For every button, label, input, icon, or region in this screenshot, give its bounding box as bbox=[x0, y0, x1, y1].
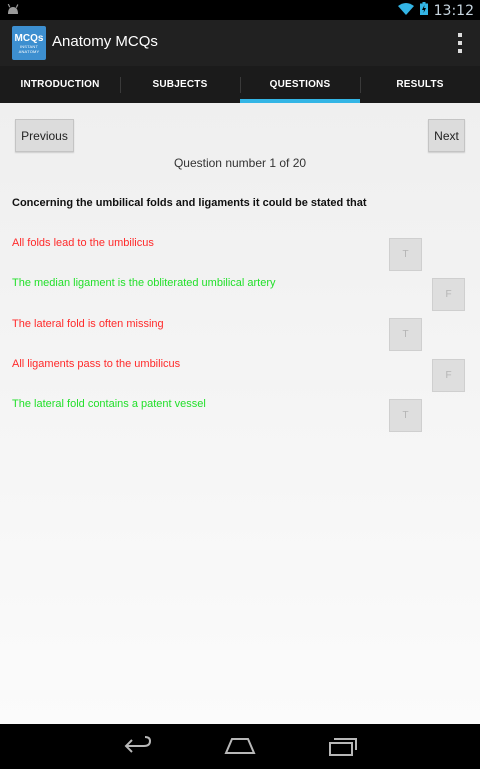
question-number: Question number 1 of 20 bbox=[173, 156, 307, 170]
status-time: 13:12 bbox=[433, 3, 474, 19]
option-3-answer-button[interactable]: T bbox=[389, 318, 422, 351]
logo-sub-text: INSTANT ANATOMY bbox=[18, 43, 40, 54]
previous-button[interactable]: Previous bbox=[15, 119, 74, 152]
tab-questions[interactable]: QUESTIONS bbox=[240, 66, 360, 103]
option-2: The median ligament is the obliterated u… bbox=[12, 277, 276, 289]
wifi-icon bbox=[397, 2, 414, 20]
status-bar: 13:12 bbox=[0, 0, 480, 20]
battery-icon bbox=[419, 2, 428, 20]
tab-results[interactable]: RESULTS bbox=[360, 66, 480, 103]
option-5-answer-button[interactable]: T bbox=[389, 399, 422, 432]
next-button[interactable]: Next bbox=[428, 119, 465, 152]
back-icon[interactable] bbox=[122, 734, 154, 763]
option-4: All ligaments pass to the umbilicus bbox=[12, 358, 181, 370]
option-5: The lateral fold contains a patent vesse… bbox=[12, 398, 206, 410]
tab-introduction[interactable]: INTRODUCTION bbox=[0, 66, 120, 103]
recent-apps-icon[interactable] bbox=[328, 734, 360, 763]
option-3: The lateral fold is often missing bbox=[12, 318, 164, 330]
home-icon[interactable] bbox=[224, 734, 256, 763]
tab-subjects[interactable]: SUBJECTS bbox=[120, 66, 240, 103]
option-1-answer-button[interactable]: T bbox=[389, 238, 422, 271]
action-bar: MCQs INSTANT ANATOMY Anatomy MCQs bbox=[0, 20, 480, 66]
logo-main-text: MCQs bbox=[14, 32, 44, 44]
option-1: All folds lead to the umbilicus bbox=[12, 237, 154, 249]
app-logo[interactable]: MCQs INSTANT ANATOMY bbox=[12, 26, 46, 60]
option-2-answer-button[interactable]: F bbox=[432, 278, 465, 311]
android-notification-icon bbox=[6, 3, 20, 21]
app-title: Anatomy MCQs bbox=[52, 33, 158, 50]
question-text: Concerning the umbilical folds and ligam… bbox=[12, 197, 367, 209]
question-panel: Previous Next Question number 1 of 20 Co… bbox=[0, 103, 480, 724]
tab-bar: INTRODUCTION SUBJECTS QUESTIONS RESULTS bbox=[0, 66, 480, 103]
option-4-answer-button[interactable]: F bbox=[432, 359, 465, 392]
navigation-bar bbox=[0, 724, 480, 769]
overflow-menu-icon[interactable] bbox=[456, 33, 464, 53]
